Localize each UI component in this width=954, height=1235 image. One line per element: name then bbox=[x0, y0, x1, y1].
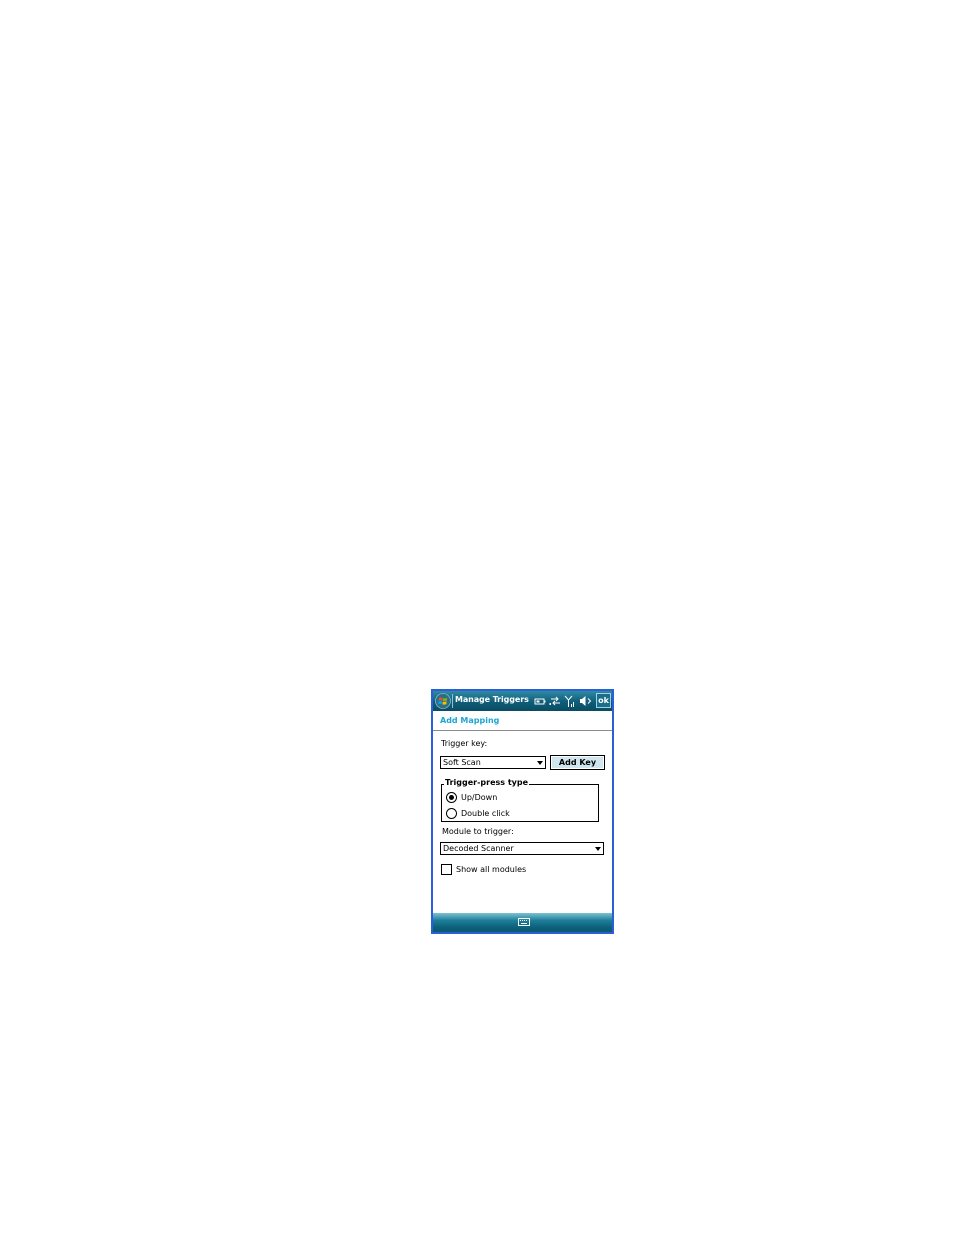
title-separator bbox=[452, 694, 453, 708]
trigger-press-type-legend: Trigger-press type bbox=[444, 778, 530, 787]
battery-icon[interactable] bbox=[534, 695, 547, 707]
trigger-key-value: Soft Scan bbox=[443, 758, 481, 767]
radio-double-click[interactable] bbox=[446, 808, 457, 819]
radio-double-click-label[interactable]: Double click bbox=[461, 809, 510, 818]
radio-up-down[interactable] bbox=[446, 792, 457, 803]
window-title: Manage Triggers bbox=[455, 695, 529, 704]
connectivity-icon[interactable] bbox=[549, 695, 562, 707]
title-bar: Manage Triggers ok bbox=[433, 691, 612, 711]
show-all-modules-label[interactable]: Show all modules bbox=[456, 865, 526, 874]
trigger-key-label: Trigger key: bbox=[441, 739, 488, 748]
module-dropdown[interactable]: Decoded Scanner bbox=[440, 842, 604, 855]
show-all-modules-checkbox[interactable] bbox=[441, 864, 452, 875]
menu-bar bbox=[433, 913, 612, 932]
signal-icon[interactable] bbox=[564, 695, 575, 707]
keyboard-icon[interactable] bbox=[518, 918, 530, 926]
module-label: Module to trigger: bbox=[442, 827, 514, 836]
add-key-button[interactable]: Add Key bbox=[550, 755, 605, 770]
windows-start-icon[interactable] bbox=[435, 693, 451, 709]
section-title: Add Mapping bbox=[440, 716, 500, 725]
module-value: Decoded Scanner bbox=[443, 844, 514, 853]
volume-icon[interactable] bbox=[579, 695, 592, 707]
chevron-down-icon bbox=[537, 761, 543, 765]
chevron-down-icon bbox=[595, 847, 601, 851]
header-divider bbox=[433, 730, 612, 731]
ok-button[interactable]: ok bbox=[596, 693, 611, 708]
device-screen: Manage Triggers ok Add Mapping Trigger k… bbox=[431, 689, 614, 934]
trigger-key-dropdown[interactable]: Soft Scan bbox=[440, 756, 546, 769]
radio-up-down-label[interactable]: Up/Down bbox=[461, 793, 497, 802]
